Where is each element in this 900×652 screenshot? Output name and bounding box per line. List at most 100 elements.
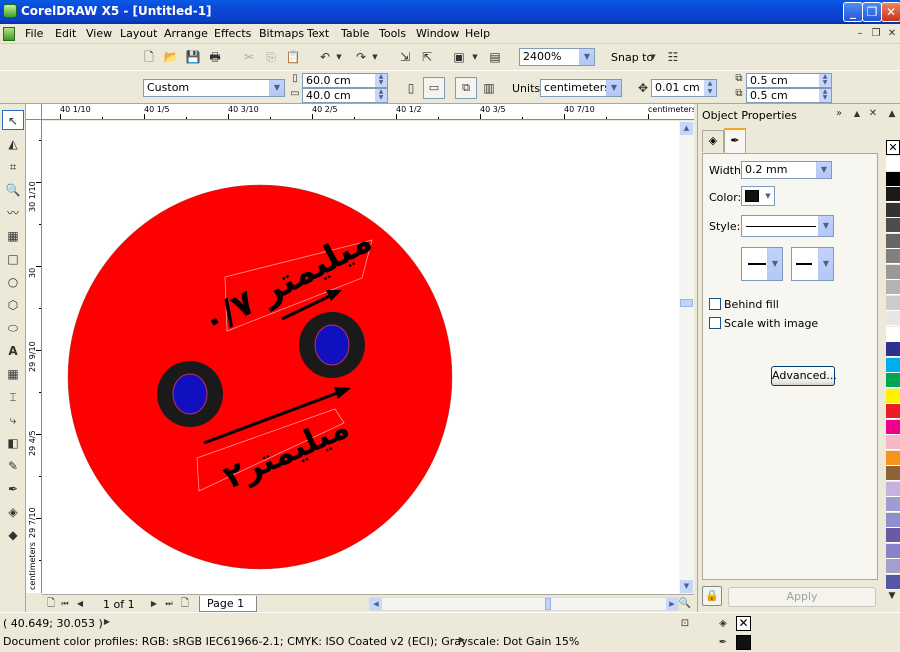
import-icon[interactable]: ⇲: [396, 48, 414, 66]
vertical-scrollbar[interactable]: ▲ ▼: [679, 121, 694, 594]
outline-tool-icon[interactable]: ✒: [2, 479, 24, 499]
connector-tool-icon[interactable]: ⤷: [2, 410, 24, 430]
palette-swatch[interactable]: [886, 357, 900, 373]
launcher-dropdown-icon[interactable]: ▼: [470, 48, 480, 66]
palette-swatch[interactable]: [886, 559, 900, 574]
close-button[interactable]: ✕: [881, 2, 900, 22]
status-expand-icon[interactable]: ▶: [101, 613, 113, 631]
palette-swatch[interactable]: [886, 450, 900, 466]
palette-swatch[interactable]: [886, 435, 900, 450]
palette-swatch[interactable]: [886, 326, 900, 342]
document-icon[interactable]: [3, 27, 15, 41]
height-spinner-icon[interactable]: ▲ ▼: [375, 89, 387, 102]
blend-tool-icon[interactable]: ◧: [2, 433, 24, 453]
menu-window[interactable]: Window: [416, 27, 459, 40]
undo-dropdown-icon[interactable]: ▼: [334, 48, 344, 66]
menu-help[interactable]: Help: [465, 27, 490, 40]
text-tool-icon[interactable]: A: [2, 341, 24, 361]
last-page-icon[interactable]: ⏭: [163, 595, 175, 613]
palette-swatch[interactable]: [886, 311, 900, 326]
snap-to-dropdown-icon[interactable]: ▼: [648, 48, 658, 66]
palette-swatch[interactable]: [886, 497, 900, 512]
menu-layout[interactable]: Layout: [120, 27, 157, 40]
palette-swatch[interactable]: [886, 388, 900, 404]
line-style-select[interactable]: ▼: [741, 215, 834, 237]
palette-swatch[interactable]: [886, 218, 900, 233]
snap-to-label[interactable]: Snap to: [611, 51, 653, 64]
open-icon[interactable]: 📂: [162, 48, 180, 66]
palette-swatch[interactable]: [886, 512, 900, 528]
palette-swatch[interactable]: [886, 233, 900, 249]
scroll-down-icon[interactable]: ▼: [680, 580, 693, 593]
menu-table[interactable]: Table: [341, 27, 369, 40]
freehand-tool-icon[interactable]: 〰: [2, 203, 24, 223]
current-page-icon[interactable]: ▥: [480, 79, 498, 97]
new-document-icon[interactable]: 🗋: [140, 48, 158, 66]
menu-bitmaps[interactable]: Bitmaps: [259, 27, 304, 40]
docker-collapse-icon[interactable]: ▲: [851, 105, 863, 123]
palette-swatch[interactable]: [886, 574, 900, 590]
apply-button[interactable]: Apply: [728, 587, 876, 607]
width-spinner-icon[interactable]: ▲ ▼: [375, 74, 387, 87]
chevron-down-icon[interactable]: ▼: [269, 80, 284, 96]
landscape-button[interactable]: ▭: [423, 77, 445, 99]
outline-color-status-swatch[interactable]: [736, 635, 751, 650]
no-color-swatch[interactable]: ✕: [886, 140, 900, 155]
palette-scroll-down-icon[interactable]: ▼: [884, 590, 900, 602]
menu-edit[interactable]: Edit: [55, 27, 76, 40]
chevron-down-icon[interactable]: ▼: [818, 216, 833, 236]
menu-arrange[interactable]: Arrange: [164, 27, 208, 40]
table-tool-icon[interactable]: ▦: [2, 364, 24, 384]
navigator-zoom-icon[interactable]: 🔍: [678, 595, 692, 613]
palette-swatch[interactable]: [886, 171, 900, 187]
pick-tool-icon[interactable]: ↖: [2, 110, 24, 130]
outline-tab[interactable]: ✒: [724, 128, 746, 154]
horizontal-ruler[interactable]: 40 1/10 40 1/5 40 3/10 40 2/5 40 1/2 40 …: [42, 104, 694, 120]
add-page-icon[interactable]: 🗋: [44, 595, 58, 613]
page-size-select[interactable]: Custom ▼: [143, 79, 285, 97]
chevron-down-icon[interactable]: ▼: [816, 162, 831, 178]
duplicate-y-input[interactable]: 0.5 cm ▲ ▼: [746, 88, 832, 103]
redo-dropdown-icon[interactable]: ▼: [370, 48, 380, 66]
copy-icon[interactable]: ⎘: [262, 48, 280, 66]
options-icon[interactable]: ☷: [664, 48, 682, 66]
rectangle-tool-icon[interactable]: □: [2, 249, 24, 269]
page-height-input[interactable]: 40.0 cm ▲ ▼: [302, 88, 388, 103]
doc-minimize-icon[interactable]: –: [853, 27, 867, 41]
palette-swatch[interactable]: [886, 404, 900, 419]
outline-width-select[interactable]: 0.2 mm ▼: [741, 161, 832, 179]
red-circle[interactable]: [67, 184, 453, 570]
ruler-origin[interactable]: [26, 104, 42, 120]
menu-view[interactable]: View: [86, 27, 112, 40]
crop-tool-icon[interactable]: ⌗: [2, 157, 24, 177]
end-arrow-select[interactable]: ▼: [791, 247, 834, 281]
ellipse-tool-icon[interactable]: ○: [2, 272, 24, 292]
menu-effects[interactable]: Effects: [214, 27, 251, 40]
smart-fill-tool-icon[interactable]: ▦: [2, 226, 24, 246]
first-page-icon[interactable]: ⏮: [59, 595, 71, 613]
polygon-tool-icon[interactable]: ⬡: [2, 295, 24, 315]
add-page-after-icon[interactable]: 🗋: [178, 595, 192, 613]
palette-swatch[interactable]: [886, 481, 900, 497]
scroll-right-icon[interactable]: ▶: [666, 598, 678, 610]
nudge-spinner-icon[interactable]: ▲ ▼: [704, 80, 716, 96]
chevron-down-icon[interactable]: ▼: [818, 248, 833, 280]
previous-page-icon[interactable]: ◀: [74, 595, 86, 613]
export-icon[interactable]: ⇱: [418, 48, 436, 66]
maximize-button[interactable]: ❐: [862, 2, 882, 22]
palette-swatch[interactable]: [886, 295, 900, 311]
scale-with-image-checkbox[interactable]: [709, 317, 721, 329]
palette-swatch[interactable]: [886, 249, 900, 264]
interactive-fill-tool-icon[interactable]: ◆: [2, 525, 24, 545]
paste-icon[interactable]: 📋: [284, 48, 302, 66]
palette-swatch[interactable]: [886, 202, 900, 218]
palette-swatch[interactable]: [886, 373, 900, 388]
nudge-distance-input[interactable]: 0.01 cm ▲ ▼: [651, 79, 717, 97]
dimension-tool-icon[interactable]: ⌶: [2, 387, 24, 407]
left-eye[interactable]: [172, 373, 208, 415]
docker-close-icon[interactable]: ✕: [867, 105, 879, 123]
outline-color-picker[interactable]: ▼: [741, 186, 775, 206]
palette-swatch[interactable]: [886, 543, 900, 559]
next-page-icon[interactable]: ▶: [148, 595, 160, 613]
duplicate-x-input[interactable]: 0.5 cm ▲ ▼: [746, 73, 832, 88]
